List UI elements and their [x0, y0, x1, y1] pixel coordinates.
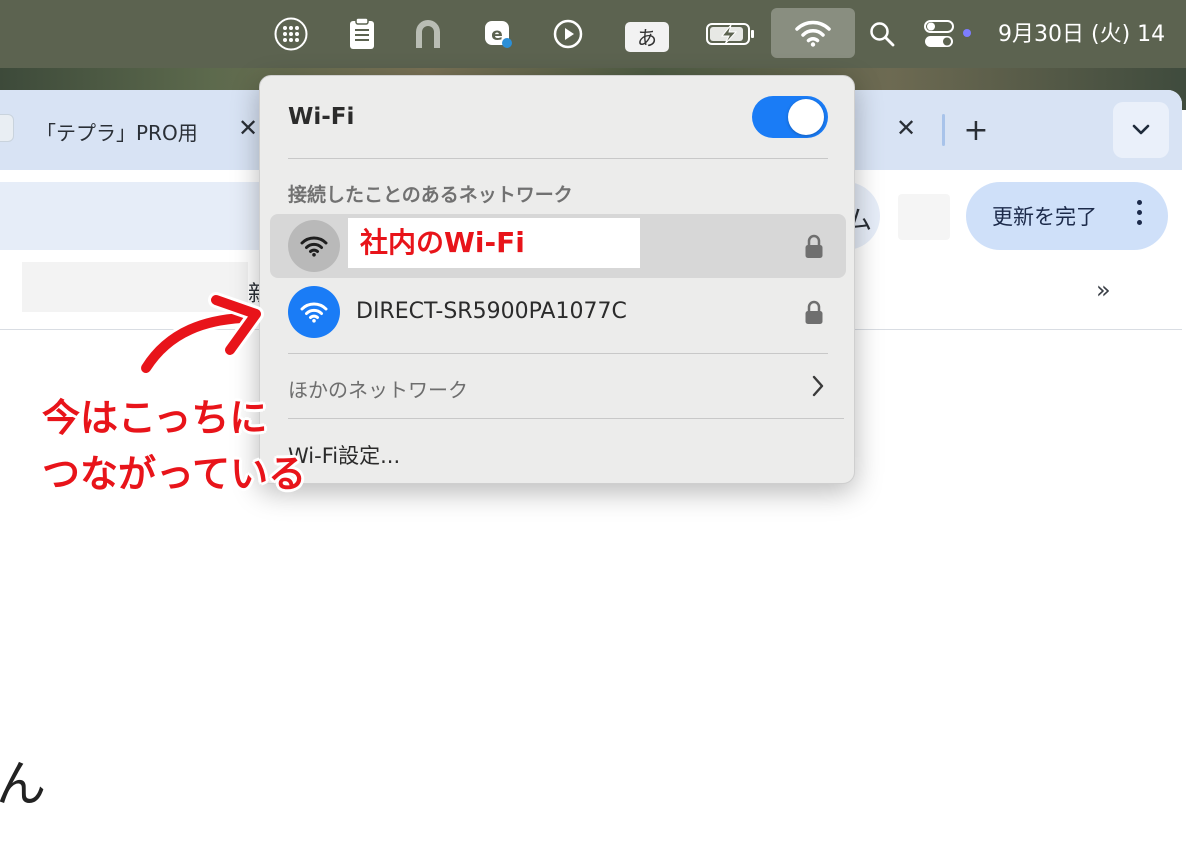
annotation-text: 今はこっちに つながっている [42, 390, 306, 502]
status-dot [963, 29, 971, 37]
network-row[interactable]: DIRECT-SR5900PA1077C [270, 280, 846, 344]
tab-title[interactable]: 「テプラ」PRO用 [36, 117, 198, 146]
control-center-icon[interactable] [920, 14, 958, 54]
annotation-arrow-icon [138, 292, 264, 376]
network-name: 社内のWi-Fi [348, 218, 640, 268]
tab-search-button[interactable] [1113, 102, 1169, 158]
lock-icon [804, 234, 824, 264]
annotation-line: 今はこっちに [42, 396, 268, 440]
wifi-menu-title: Wi-Fi [288, 104, 355, 130]
tab-close-icon[interactable]: ✕ [890, 112, 922, 144]
launchpad-icon[interactable] [270, 14, 312, 54]
annotation-line: つながっている [42, 452, 307, 496]
wifi-toggle[interactable] [752, 96, 828, 138]
divider [288, 158, 828, 159]
chevron-right-icon[interactable] [810, 374, 826, 402]
menu-bar: e あ 9月30日 (火) 14 [0, 0, 1186, 68]
ime-icon[interactable]: あ [624, 14, 670, 54]
new-tab-button[interactable]: + [958, 112, 994, 148]
divider [288, 353, 828, 354]
lock-icon [804, 300, 824, 330]
wifi-signal-icon [288, 286, 340, 338]
network-row-connected[interactable]: 社内のWi-Fi [270, 214, 846, 278]
e-app-icon[interactable]: e [480, 14, 516, 54]
search-icon[interactable] [866, 14, 898, 54]
other-networks-item[interactable]: ほかのネットワーク [288, 374, 468, 403]
tab-divider [942, 114, 945, 146]
extension-slot[interactable] [898, 194, 950, 240]
wifi-icon[interactable] [771, 8, 855, 58]
page-text-fragment: ん [0, 755, 46, 813]
network-name: DIRECT-SR5900PA1077C [356, 299, 627, 324]
wifi-signal-icon [288, 220, 340, 272]
ime-label: あ [625, 21, 669, 52]
update-button[interactable]: 更新を完了 [966, 182, 1168, 250]
arc-icon[interactable] [410, 14, 446, 54]
divider [288, 418, 844, 419]
known-networks-header: 接続したことのあるネットワーク [288, 184, 573, 206]
battery-charging-icon[interactable] [704, 14, 758, 54]
bookmarks-overflow-icon[interactable]: » [1096, 276, 1111, 304]
menubar-clock[interactable]: 9月30日 (火) 14 [998, 16, 1165, 48]
chevron-down-icon [1132, 124, 1150, 135]
wifi-menu: Wi-Fi 接続したことのあるネットワーク 社内のWi-Fi DIRECT-SR… [259, 75, 855, 484]
clipboard-icon[interactable] [344, 14, 380, 54]
more-menu-icon[interactable] [1137, 200, 1142, 225]
tab-favicon-icon [0, 114, 14, 142]
svg-text:e: e [491, 25, 503, 45]
update-button-label: 更新を完了 [992, 205, 1097, 229]
play-icon[interactable] [550, 14, 586, 54]
wifi-toggle-knob [788, 99, 824, 135]
